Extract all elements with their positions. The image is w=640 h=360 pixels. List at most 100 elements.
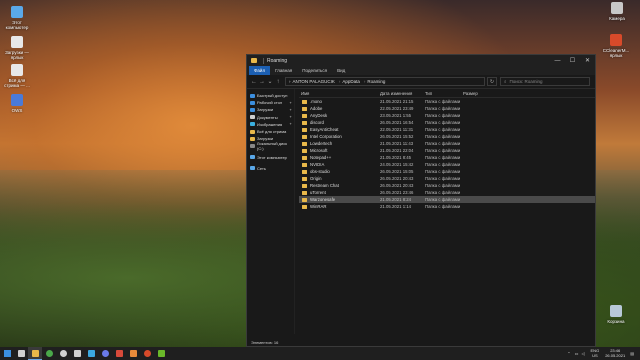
taskbar-nvidia-icon[interactable] (154, 347, 168, 360)
start-icon (3, 350, 11, 357)
folder-icon (302, 204, 307, 209)
back-arrow-icon[interactable]: ← (250, 79, 258, 85)
breadcrumb-arrow-icon: › (338, 79, 341, 84)
file-date: 21.05.2021 8:24 (380, 197, 412, 202)
desktop-icon[interactable]: Корзина (601, 305, 631, 324)
taskbar-ccleaner-icon[interactable] (140, 347, 154, 360)
file-name: obs-studio (310, 169, 330, 174)
desktop-icon[interactable]: CCleanerM... ярлык (601, 34, 631, 58)
file-name-cell: Restream Chat (299, 183, 380, 188)
table-row[interactable]: Origin 26.05.2021 20:43 Папка с файлами (299, 175, 595, 182)
taskbar-start-icon[interactable] (0, 347, 14, 360)
taskbar-telegram-icon[interactable] (84, 347, 98, 360)
sidebar-item-label: Этот компьютер (257, 154, 287, 160)
refresh-icon[interactable]: ↻ (487, 77, 497, 86)
breadcrumb-appdata[interactable]: AppData (342, 79, 360, 84)
tab-view[interactable]: Вид (332, 66, 350, 75)
table-row[interactable]: Restream Chat 26.05.2021 20:43 Папка с фай… (299, 182, 595, 189)
desktop-icon[interactable]: Камера (602, 2, 632, 21)
taskbar-settings-icon[interactable] (70, 347, 84, 360)
taskbar-explorer-icon[interactable] (28, 347, 42, 360)
table-row[interactable]: Lowdertech 21.05.2021 11:43 Папка с файлам… (299, 140, 595, 147)
file-name-cell: uTorrent (299, 190, 380, 195)
tab-file[interactable]: Файл (249, 66, 271, 75)
table-row[interactable]: .mono 21.05.2021 21:15 Папка с файлами (299, 98, 595, 105)
sidebar-item[interactable]: Рабочий стол ✦ (247, 99, 294, 106)
desktop-icon-image (611, 2, 623, 14)
column-size[interactable]: Размер (463, 91, 493, 96)
table-row[interactable]: discord 26.05.2021 16:54 Папка с файлами (299, 119, 595, 126)
file-name: Notepad++ (310, 155, 332, 160)
sidebar-item[interactable]: Всё для стрима (247, 128, 294, 135)
desktop-icon[interactable]: OWS (2, 94, 32, 113)
address-bar[interactable]: › ANTON PALAGUCIK › AppData › Roaming (285, 77, 485, 86)
volume-icon[interactable]: ◁ (581, 351, 584, 356)
ribbon-tabs: Файл Главная Поделиться Вид (247, 66, 595, 75)
sidebar-item[interactable]: Этот компьютер (247, 154, 294, 161)
table-row[interactable]: uTorrent 26.05.2021 23:46 Папка с файлами (299, 189, 595, 196)
taskbar-app-red-icon[interactable] (112, 347, 126, 360)
sidebar-item-label: Локальный диск (С:) (256, 140, 287, 151)
table-row[interactable]: AnyDesk 23.05.2021 1:55 Папка с файлами (299, 112, 595, 119)
file-date: 21.05.2021 8:45 (380, 155, 412, 160)
sidebar-item[interactable]: Загрузки ✦ (247, 106, 294, 113)
file-name: Intel Corporation (310, 134, 342, 139)
table-row[interactable]: obs-studio 26.05.2021 15:05 Папка с файлам… (299, 168, 595, 175)
tab-share[interactable]: Поделиться (297, 66, 332, 75)
chevron-up-icon[interactable]: ⌃ (567, 351, 570, 356)
breadcrumb-user[interactable]: ANTON PALAGUCIK (293, 79, 335, 84)
table-row[interactable]: Adobe 22.05.2021 23:49 Папка с файлами (299, 105, 595, 112)
taskbar-discord-icon[interactable] (98, 347, 112, 360)
table-row[interactable]: Warzonesafe 21.05.2021 8:24 Папка с файлам… (299, 196, 595, 203)
tab-home[interactable]: Главная (270, 66, 297, 75)
close-button[interactable]: ✕ (580, 57, 595, 64)
search-input[interactable]: ⌕ Поиск: Roaming (500, 77, 590, 86)
sidebar-item[interactable]: Изображения ✦ (247, 121, 294, 128)
desktop-icon[interactable]: Этот компьютер (2, 6, 32, 30)
taskbar-app-orange-icon[interactable] (126, 347, 140, 360)
up-arrow-icon[interactable]: ↑ (274, 79, 282, 85)
network-icon[interactable]: ▭ (575, 351, 579, 356)
folder-icon (302, 169, 307, 174)
pin-icon: ✦ (289, 100, 292, 105)
maximize-button[interactable]: ☐ (565, 57, 580, 64)
table-row[interactable]: NVIDIA 24.05.2021 15:42 Папка с файлами (299, 161, 595, 168)
table-row[interactable]: WinRAR 21.05.2021 1:14 Папка с файлами (299, 203, 595, 210)
language-indicator[interactable]: ENG US (591, 348, 600, 358)
pin-icon: ✦ (289, 122, 292, 127)
taskbar-apps (0, 347, 168, 360)
taskbar-search-icon[interactable] (14, 347, 28, 360)
clock[interactable]: 23:46 26.05.2021 (605, 348, 625, 358)
desktop-icon[interactable]: Всё для стрима — ... (2, 64, 32, 88)
file-date: 22.05.2021 23:49 (380, 106, 414, 111)
column-date[interactable]: Дата изменения (380, 91, 425, 96)
desktop-icon-image (610, 305, 622, 317)
sidebar-item[interactable]: Локальный диск (С:) (247, 140, 294, 151)
minimize-button[interactable]: — (550, 58, 565, 64)
table-row[interactable]: Notepad++ 21.05.2021 8:45 Папка с файлами (299, 154, 595, 161)
desktop-icon[interactable]: Загрузки — ярлык (2, 36, 32, 60)
taskbar-obs-icon[interactable] (56, 347, 70, 360)
breadcrumb-roaming[interactable]: Roaming (367, 79, 385, 84)
notification-icon[interactable]: ▤ (630, 351, 634, 356)
sidebar-item[interactable]: Сеть (247, 165, 294, 172)
file-type: Папка с файлами (425, 141, 461, 146)
taskbar-chrome-icon[interactable] (42, 347, 56, 360)
title-bar[interactable]: Roaming — ☐ ✕ (247, 55, 595, 66)
file-name-cell: Microsoft (299, 148, 380, 153)
folder-icon (302, 106, 307, 111)
table-row[interactable]: EasyAntiCheat 22.05.2021 11:31 Папка с фай… (299, 126, 595, 133)
chrome-icon (45, 350, 53, 357)
file-name-cell: Notepad++ (299, 155, 380, 160)
table-row[interactable]: Microsoft 21.05.2021 22:04 Папка с файлами (299, 147, 595, 154)
sidebar-item[interactable]: Быстрый доступ (247, 92, 294, 99)
desktop-icon-label: OWS (11, 108, 23, 113)
file-name-cell: EasyAntiCheat (299, 127, 380, 132)
column-type[interactable]: Тип (425, 91, 463, 96)
table-row[interactable]: Intel Corporation 26.05.2021 15:52 Папка с… (299, 133, 595, 140)
sidebar-item[interactable]: Документы ✦ (247, 114, 294, 121)
forward-arrow-icon[interactable]: → (258, 79, 266, 85)
chevron-down-icon[interactable]: ⌄ (266, 78, 274, 85)
folder-icon (302, 127, 307, 132)
column-name[interactable]: Имя (299, 91, 380, 96)
